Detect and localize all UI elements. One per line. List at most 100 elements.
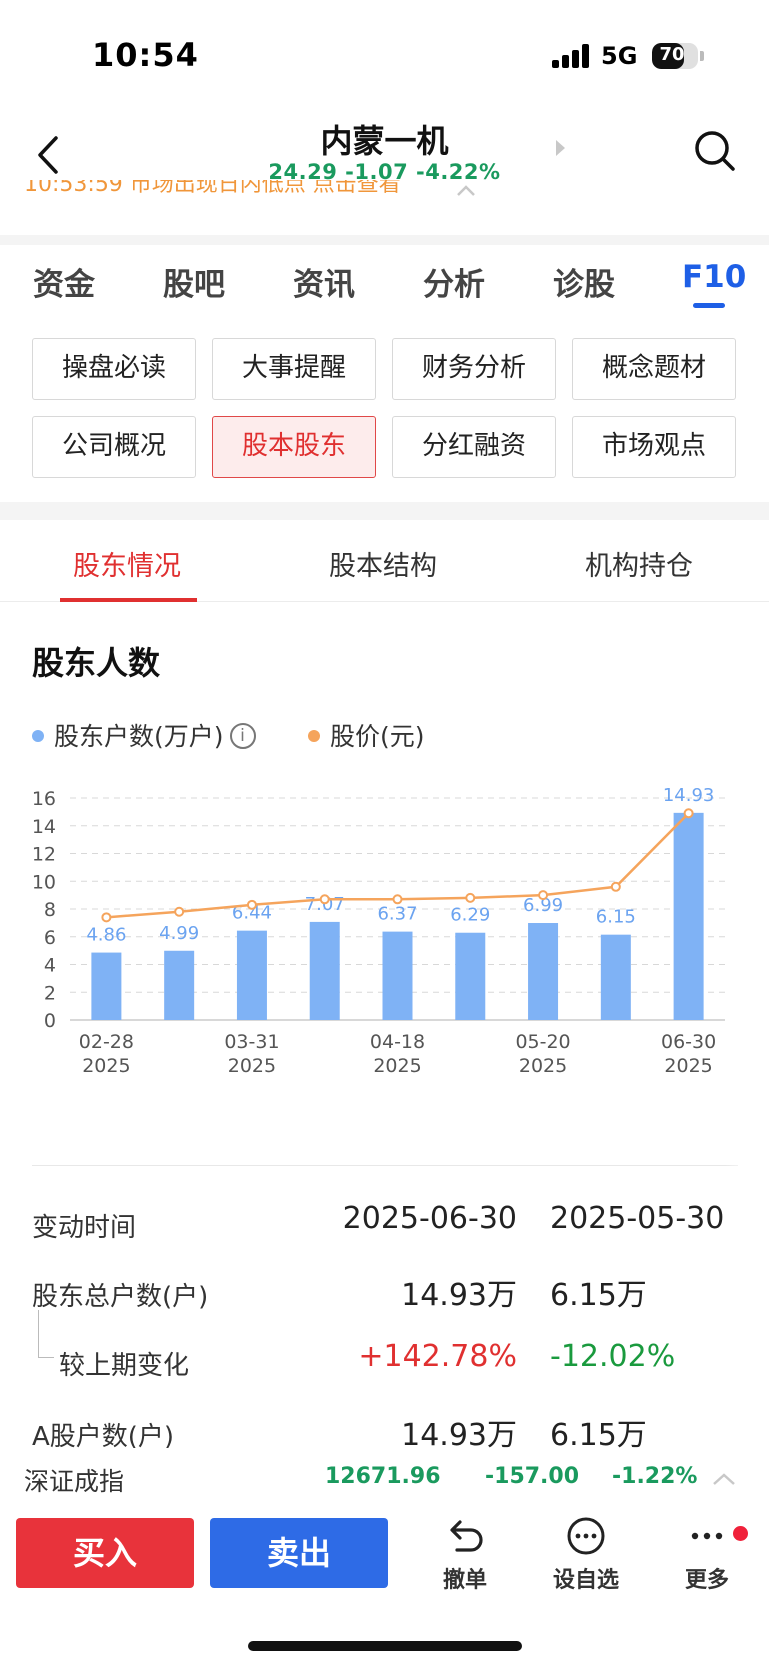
stock-name: 内蒙一机 bbox=[320, 122, 449, 160]
y-tick-label: 8 bbox=[44, 899, 56, 921]
y-tick-label: 12 bbox=[32, 844, 56, 866]
active-tab-indicator bbox=[693, 303, 725, 308]
notification-dot bbox=[733, 1526, 748, 1541]
undo-label: 撤单 bbox=[442, 1568, 487, 1593]
f10-concepts[interactable]: 概念题材 bbox=[572, 338, 736, 400]
subtab-indicator bbox=[60, 598, 197, 602]
index-ticker[interactable]: 深证成指 12671.96 -157.00 -1.22% bbox=[0, 1448, 769, 1508]
index-change-pct: -1.22% bbox=[612, 1464, 698, 1489]
y-tick-label: 14 bbox=[32, 816, 56, 838]
y-tick-label: 0 bbox=[44, 1010, 56, 1032]
more-icon bbox=[691, 1532, 723, 1540]
f10-market-views[interactable]: 市场观点 bbox=[572, 416, 736, 478]
index-name: 深证成指 bbox=[24, 1467, 125, 1496]
subtab-shareholders[interactable]: 股东情况 bbox=[73, 544, 181, 583]
legend-price: 股价(元) bbox=[308, 717, 425, 753]
add-watchlist-icon bbox=[567, 1517, 605, 1555]
tab-forum[interactable]: 股吧 bbox=[163, 259, 225, 304]
buy-button[interactable]: 买入 bbox=[16, 1518, 194, 1588]
battery-icon: 70 bbox=[652, 43, 698, 69]
chevron-up-icon[interactable] bbox=[456, 183, 476, 197]
bar-value-label: 14.93 bbox=[663, 785, 715, 806]
table-row-total: 股东总户数(户) 14.93万 6.15万 bbox=[0, 1262, 769, 1322]
shareholders-chart: 02468101214164.86 4.996.44 7.07 6.37 6.29 6.9… bbox=[32, 785, 725, 1077]
f10-major-events[interactable]: 大事提醒 bbox=[212, 338, 376, 400]
bar bbox=[600, 934, 631, 1020]
price-point bbox=[610, 881, 621, 892]
status-time: 10:54 bbox=[92, 36, 199, 74]
subtab-institutions[interactable]: 机构持仓 bbox=[585, 544, 693, 583]
col1-total: 14.93万 bbox=[401, 1278, 517, 1313]
bar bbox=[236, 930, 267, 1020]
x-tick-date: 02-28 bbox=[79, 1031, 134, 1053]
bar bbox=[164, 950, 195, 1020]
battery-level: 70 bbox=[659, 44, 685, 65]
f10-trading-guide[interactable]: 操盘必读 bbox=[32, 338, 196, 400]
market-alert-ticker[interactable]: 10:53:59 市场出现日内低点 点击查看 bbox=[24, 180, 401, 206]
col1-date: 2025-06-30 bbox=[342, 1201, 517, 1236]
legend-holders: 股东户数(万户) i bbox=[32, 717, 256, 753]
tab-f10[interactable]: F10 bbox=[682, 259, 746, 295]
y-tick-label: 4 bbox=[44, 955, 56, 977]
tab-news[interactable]: 资讯 bbox=[293, 259, 355, 304]
search-icon[interactable] bbox=[692, 128, 738, 174]
y-tick-label: 2 bbox=[44, 982, 56, 1004]
signal-icon bbox=[552, 44, 592, 68]
price-point bbox=[538, 890, 549, 901]
table-row-change: 较上期变化 +142.78% -12.02% bbox=[0, 1331, 769, 1391]
shareholder-table: 变动时间 2025-06-30 2025-05-30 股东总户数(户) 14.9… bbox=[0, 1165, 769, 1465]
bar-value-label: 4.86 bbox=[86, 925, 126, 946]
sell-button[interactable]: 卖出 bbox=[210, 1518, 388, 1588]
f10-company-profile[interactable]: 公司概况 bbox=[32, 416, 196, 478]
scroll-fade bbox=[725, 1165, 769, 1465]
index-change: -157.00 bbox=[485, 1464, 580, 1489]
y-tick-label: 6 bbox=[44, 927, 56, 949]
subtab-share-structure[interactable]: 股本结构 bbox=[329, 544, 437, 583]
bar-value-label: 6.37 bbox=[377, 904, 417, 925]
stock-header: 内蒙一机 24.29 -1.07 -4.22% 10:53:59 市场出现日内低… bbox=[0, 110, 769, 235]
price-point bbox=[101, 912, 112, 923]
x-tick-date: 05-20 bbox=[515, 1031, 570, 1053]
x-tick-date: 03-31 bbox=[224, 1031, 279, 1053]
col1-change: +142.78% bbox=[358, 1339, 517, 1374]
next-stock-icon[interactable] bbox=[556, 140, 565, 156]
tab-diagnosis[interactable]: 诊股 bbox=[553, 259, 615, 304]
info-icon[interactable]: i bbox=[229, 723, 256, 749]
network-type: 5G bbox=[601, 42, 638, 70]
bar bbox=[91, 952, 122, 1020]
home-indicator bbox=[248, 1641, 522, 1651]
bar bbox=[673, 812, 704, 1020]
bar bbox=[309, 921, 340, 1020]
more-label: 更多 bbox=[684, 1568, 729, 1593]
chevron-up-icon[interactable] bbox=[712, 1472, 736, 1486]
price-point bbox=[319, 894, 330, 905]
tab-analysis[interactable]: 分析 bbox=[423, 259, 485, 304]
col2-total: 6.15万 bbox=[550, 1278, 647, 1313]
section-gap bbox=[0, 502, 769, 520]
section-title: 股东人数 bbox=[32, 644, 161, 682]
table-row-date: 变动时间 2025-06-30 2025-05-30 bbox=[0, 1193, 769, 1253]
status-bar: 10:54 5G 70 bbox=[0, 0, 769, 110]
x-tick-year: 2025 bbox=[664, 1055, 712, 1077]
f10-shareholders[interactable]: 股本股东 bbox=[212, 416, 376, 478]
f10-financial-analysis[interactable]: 财务分析 bbox=[392, 338, 556, 400]
stock-change-pct: -4.22% bbox=[416, 160, 501, 184]
section-gap bbox=[0, 235, 769, 245]
undo-button[interactable]: 撤单 bbox=[420, 1516, 510, 1596]
x-tick-date: 06-30 bbox=[661, 1031, 716, 1053]
x-tick-year: 2025 bbox=[373, 1055, 421, 1077]
undo-icon bbox=[450, 1520, 483, 1552]
x-tick-year: 2025 bbox=[519, 1055, 567, 1077]
bar-value-label: 6.29 bbox=[450, 905, 490, 926]
f10-dividends[interactable]: 分红融资 bbox=[392, 416, 556, 478]
price-point bbox=[465, 892, 476, 903]
price-point bbox=[683, 808, 694, 819]
bar-value-label: 6.15 bbox=[596, 907, 636, 928]
market-alert-text: 10:53:59 市场出现日内低点 点击查看 bbox=[24, 180, 401, 197]
watchlist-button[interactable]: 设自选 bbox=[541, 1516, 631, 1596]
bar-value-label: 4.99 bbox=[159, 923, 199, 944]
row-label-date: 变动时间 bbox=[32, 1213, 137, 1243]
legend-dot-price bbox=[308, 730, 320, 742]
y-tick-label: 10 bbox=[32, 871, 56, 893]
tab-funds[interactable]: 资金 bbox=[33, 259, 95, 304]
